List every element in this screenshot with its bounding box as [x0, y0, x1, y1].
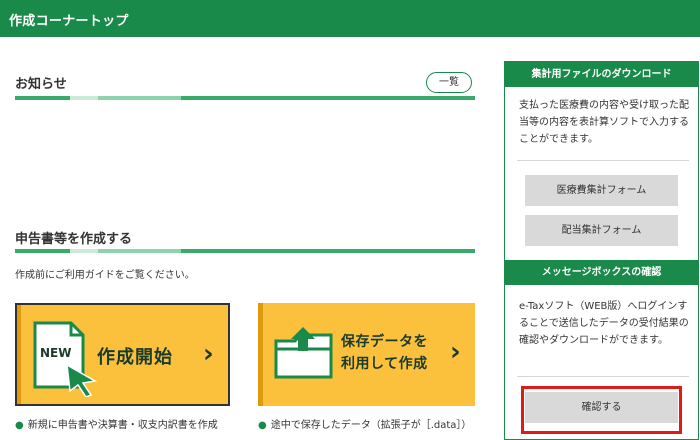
new-document-icon: NEW: [33, 321, 98, 397]
start-create-button[interactable]: NEW 作成開始 ›: [15, 303, 230, 406]
use-saved-data-label-line1: 保存データを: [341, 334, 428, 350]
notices-underline: [15, 96, 475, 100]
chevron-right-icon: ›: [450, 337, 461, 367]
right-sidebar: 集計用ファイルのダウンロード 支払った医療費の内容や受け取った配当等の内容を表計…: [504, 61, 699, 440]
header-bar: 作成コーナートップ: [0, 0, 700, 37]
create-underline: [15, 249, 475, 253]
dividend-form-button[interactable]: 配当集計フォーム: [525, 215, 678, 246]
medical-expense-form-button[interactable]: 医療費集計フォーム: [525, 175, 678, 206]
create-heading: 申告書等を作成する: [15, 232, 133, 247]
use-saved-data-button[interactable]: 保存データを 利用して作成 ›: [258, 303, 475, 406]
chevron-right-icon: ›: [203, 339, 214, 369]
saved-data-note: ● 途中で保存したデータ（拡張子が［.data］）: [258, 420, 472, 431]
use-saved-data-label-line2: 利用して作成: [341, 356, 428, 372]
message-panel-title: メッセージボックスの確認: [505, 260, 698, 285]
notices-heading: お知らせ: [15, 77, 67, 92]
confirm-button[interactable]: 確認する: [525, 392, 678, 423]
download-panel-title: 集計用ファイルのダウンロード: [505, 62, 698, 87]
folder-upload-icon: [274, 327, 333, 379]
start-create-label: 作成開始: [97, 347, 173, 368]
message-panel-text: e-Taxソフト（WEB版）へログインすることで送信したデータの受付結果の確認や…: [519, 301, 689, 346]
create-note: ● 新規に申告書や決算書・収支内訳書を作成: [15, 420, 218, 431]
new-badge: NEW: [40, 346, 71, 360]
download-panel-text: 支払った医療費の内容や受け取った配当等の内容を表計算ソフトで入力することができま…: [519, 100, 689, 145]
notices-list-button[interactable]: 一覧: [426, 72, 472, 93]
guide-text: 作成前にご利用ガイドをご覧ください。: [15, 270, 195, 281]
button-accent-edge: [17, 305, 21, 404]
page-title: 作成コーナートップ: [9, 14, 129, 29]
bullet-icon: ●: [258, 420, 267, 431]
divider: [517, 376, 689, 377]
divider: [517, 160, 689, 161]
bullet-icon: ●: [15, 420, 24, 431]
